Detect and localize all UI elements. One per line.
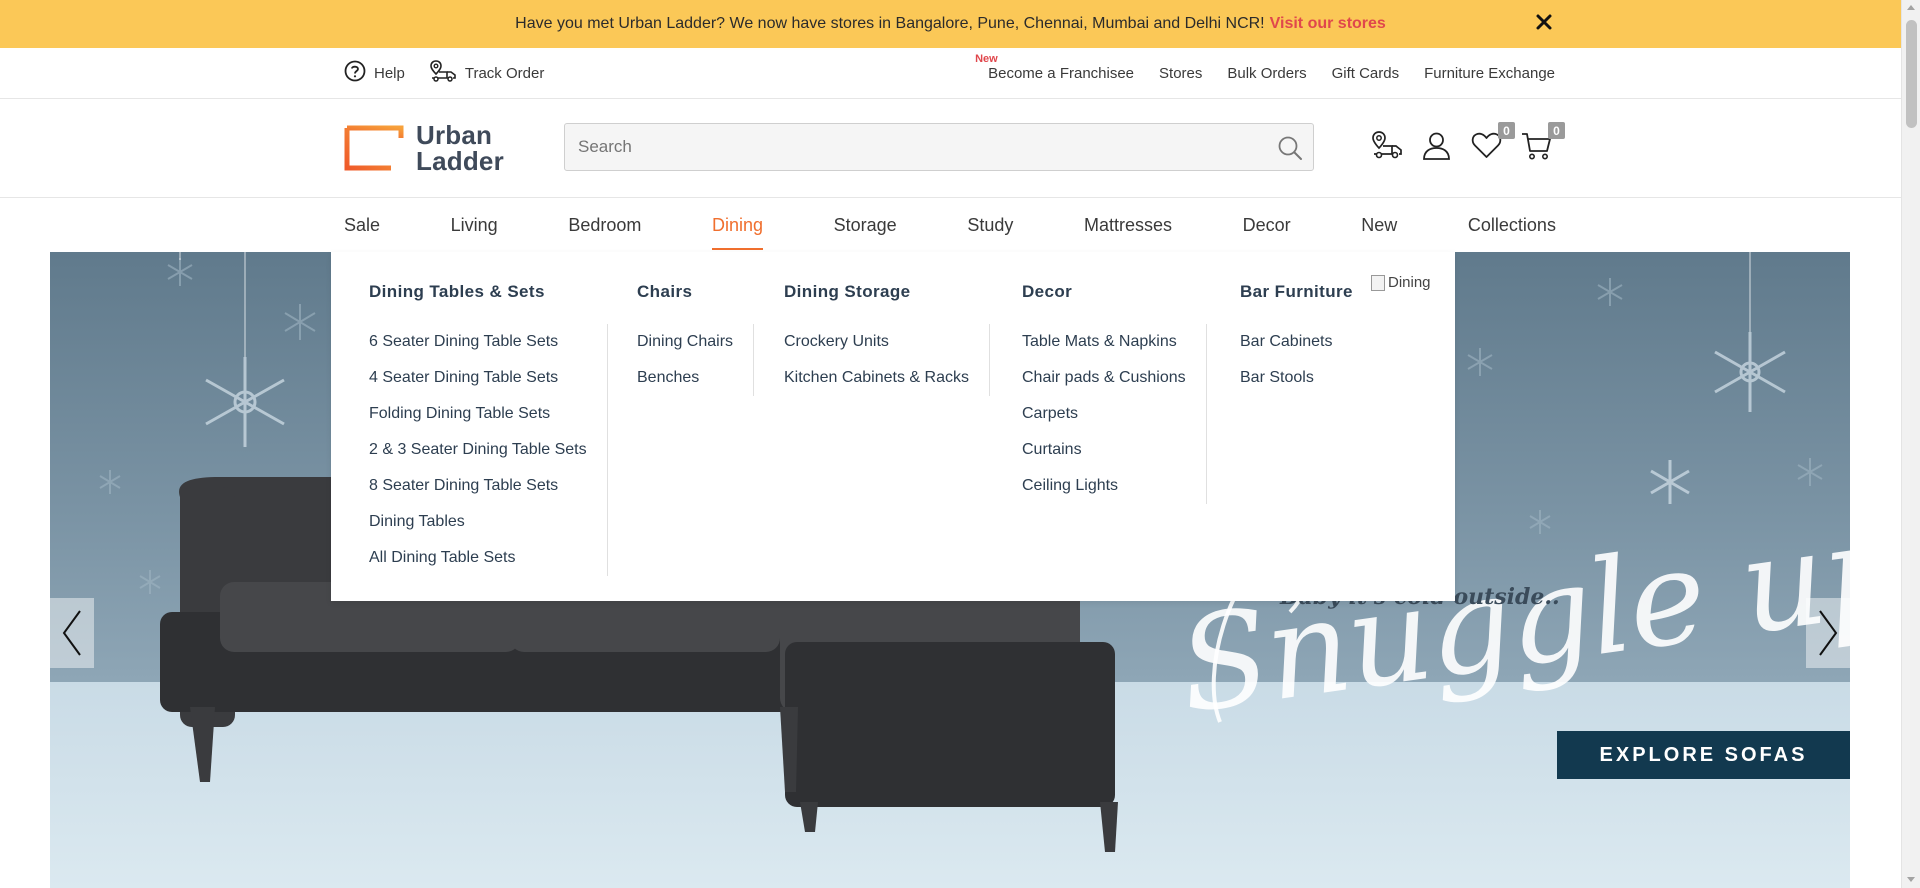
main-nav: Sale Living Bedroom Dining Storage Study… xyxy=(344,198,1556,252)
nav-new[interactable]: New xyxy=(1361,198,1397,252)
menu-link[interactable]: Carpets xyxy=(1022,396,1186,432)
chevron-right-icon xyxy=(1819,610,1838,656)
nav-mattresses[interactable]: Mattresses xyxy=(1084,198,1172,252)
menu-link[interactable]: Bar Stools xyxy=(1240,360,1333,396)
search-icon[interactable] xyxy=(1277,135,1303,161)
menu-column-decor: Decor Table Mats & Napkins Chair pads & … xyxy=(1022,282,1207,504)
menu-link[interactable]: Kitchen Cabinets & Racks xyxy=(784,360,969,396)
page-scrollbar[interactable] xyxy=(1901,0,1920,888)
menu-link[interactable]: All Dining Table Sets xyxy=(369,540,587,576)
nav-collections[interactable]: Collections xyxy=(1468,198,1556,252)
explore-sofas-button[interactable]: EXPLORE SOFAS xyxy=(1557,731,1850,779)
search-box xyxy=(564,123,1314,171)
image-alt-text: Dining xyxy=(1388,274,1431,291)
promo-banner: Have you met Urban Ladder? We now have s… xyxy=(0,0,1901,48)
utility-bar: Help Track Order New Become a Franchisee… xyxy=(0,48,1901,99)
stores-link[interactable]: Stores xyxy=(1159,65,1202,82)
gift-cards-link[interactable]: Gift Cards xyxy=(1332,65,1400,82)
logo-line-1: Urban xyxy=(416,120,493,150)
site-header: Urban Ladder 0 0 xyxy=(0,99,1901,198)
menu-link[interactable]: Crockery Units xyxy=(784,324,969,360)
nav-sale[interactable]: Sale xyxy=(344,198,380,252)
account-icon[interactable] xyxy=(1420,129,1453,162)
logo-line-2: Ladder xyxy=(416,146,504,176)
track-order-icon xyxy=(429,59,457,87)
nav-decor[interactable]: Decor xyxy=(1243,198,1291,252)
menu-column-bar-furniture: Bar Furniture Bar Cabinets Bar Stools xyxy=(1240,282,1353,396)
broken-image-icon xyxy=(1371,274,1385,291)
franchisee-link[interactable]: New Become a Franchisee xyxy=(975,53,1135,82)
franchisee-label: Become a Franchisee xyxy=(988,64,1135,82)
nav-dining[interactable]: Dining xyxy=(711,198,764,252)
column-title[interactable]: Bar Furniture xyxy=(1240,282,1353,304)
cart-icon[interactable]: 0 xyxy=(1520,122,1565,162)
new-tag: New xyxy=(975,52,998,65)
visit-stores-link[interactable]: Visit our stores xyxy=(1270,15,1386,33)
help-link[interactable]: Help xyxy=(344,60,405,86)
scroll-down-icon[interactable] xyxy=(1907,877,1915,882)
dining-menu-image[interactable]: Dining xyxy=(1371,274,1431,291)
menu-link[interactable]: 8 Seater Dining Table Sets xyxy=(369,468,587,504)
nav-bedroom[interactable]: Bedroom xyxy=(568,198,641,252)
track-delivery-icon[interactable] xyxy=(1370,129,1403,162)
menu-column-dining-tables: Dining Tables & Sets 6 Seater Dining Tab… xyxy=(369,282,608,576)
menu-link[interactable]: Ceiling Lights xyxy=(1022,468,1186,504)
nav-living[interactable]: Living xyxy=(451,198,498,252)
menu-link[interactable]: Table Mats & Napkins xyxy=(1022,324,1186,360)
promo-text: Have you met Urban Ladder? We now have s… xyxy=(515,15,1265,32)
column-title[interactable]: Dining Tables & Sets xyxy=(369,282,608,304)
help-icon xyxy=(344,60,366,86)
scroll-up-icon[interactable] xyxy=(1907,5,1915,10)
menu-column-chairs: Chairs Dining Chairs Benches xyxy=(637,282,755,396)
menu-link[interactable]: Chair pads & Cushions xyxy=(1022,360,1186,396)
dining-mega-menu: Dining Tables & Sets 6 Seater Dining Tab… xyxy=(331,252,1455,601)
track-order-link[interactable]: Track Order xyxy=(429,59,544,87)
column-title[interactable]: Dining Storage xyxy=(784,282,990,304)
menu-link[interactable]: Folding Dining Table Sets xyxy=(369,396,587,432)
menu-link[interactable]: 2 & 3 Seater Dining Table Sets xyxy=(369,432,587,468)
menu-link[interactable]: Dining Chairs xyxy=(637,324,733,360)
logo-mark-icon xyxy=(344,125,404,171)
column-title[interactable]: Chairs xyxy=(637,282,754,304)
logo-text: Urban Ladder xyxy=(416,122,504,174)
chevron-left-icon xyxy=(62,610,81,656)
scrollbar-thumb[interactable] xyxy=(1906,20,1917,128)
search-input[interactable] xyxy=(565,124,1245,170)
cart-count-badge: 0 xyxy=(1548,122,1565,139)
urban-ladder-logo[interactable]: Urban Ladder xyxy=(344,122,504,174)
menu-link[interactable]: 6 Seater Dining Table Sets xyxy=(369,324,587,360)
column-title[interactable]: Decor xyxy=(1022,282,1207,304)
furniture-exchange-link[interactable]: Furniture Exchange xyxy=(1424,65,1555,82)
menu-column-dining-storage: Dining Storage Crockery Units Kitchen Ca… xyxy=(784,282,990,396)
close-icon[interactable] xyxy=(1533,11,1555,33)
menu-link[interactable]: Dining Tables xyxy=(369,504,587,540)
nav-study[interactable]: Study xyxy=(967,198,1013,252)
bulk-orders-link[interactable]: Bulk Orders xyxy=(1227,65,1306,82)
wishlist-icon[interactable]: 0 xyxy=(1470,122,1515,162)
track-order-label: Track Order xyxy=(464,64,545,82)
menu-link[interactable]: Curtains xyxy=(1022,432,1186,468)
menu-link[interactable]: 4 Seater Dining Table Sets xyxy=(369,360,587,396)
help-label: Help xyxy=(374,64,405,82)
wishlist-count-badge: 0 xyxy=(1498,122,1515,139)
menu-link[interactable]: Bar Cabinets xyxy=(1240,324,1333,360)
carousel-prev-button[interactable] xyxy=(50,598,94,668)
nav-storage[interactable]: Storage xyxy=(834,198,897,252)
menu-link[interactable]: Benches xyxy=(637,360,733,396)
carousel-next-button[interactable] xyxy=(1806,598,1850,668)
